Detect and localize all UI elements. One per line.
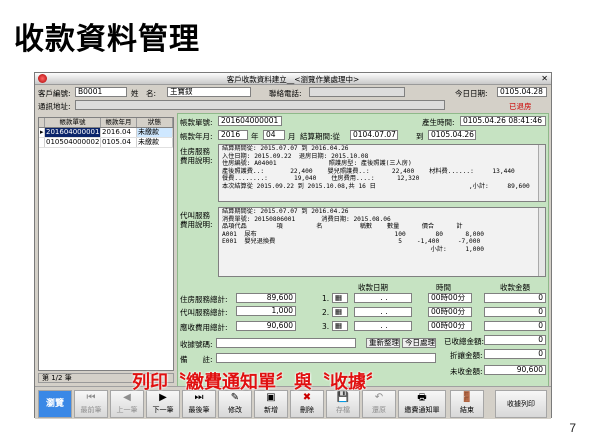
year-select[interactable]: 2016 <box>218 130 248 140</box>
discount-field[interactable]: 0 <box>484 349 546 359</box>
payable-label: 應收費用總計: <box>180 323 228 332</box>
slide-caption: 列印〝繳費通知單〞與〝收據〞 <box>132 372 384 393</box>
period-from-field[interactable]: 0104.07.07 <box>350 130 398 140</box>
first-record-button[interactable]: ⏮ 最前筆 <box>74 390 108 418</box>
address-field[interactable] <box>75 100 445 110</box>
agency-total-label: 代叫服務總計: <box>180 308 228 317</box>
unpaid-label: 未收金額: <box>450 367 483 376</box>
window-titlebar: 客戶收款資料建立__<瀏覽作業處理中> ✕ <box>35 73 551 85</box>
payment-date-field[interactable]: . . <box>354 293 412 303</box>
payment-time-field[interactable]: 00時00分 <box>428 293 472 303</box>
ym-label: 帳款年月: <box>180 132 213 141</box>
customer-no-field[interactable]: B0001 <box>75 87 127 97</box>
col-bill-ym[interactable]: 帳款年月 <box>101 118 137 127</box>
receipt-no-field[interactable] <box>216 338 356 348</box>
received-field: 0 <box>484 335 546 345</box>
name-label: 姓 名: <box>131 89 157 98</box>
today-process-button[interactable]: 今日處理 <box>402 338 436 348</box>
discount-label: 折讓金額: <box>450 351 483 360</box>
col-bill-no[interactable]: 帳款單號 <box>45 118 101 127</box>
stay-total-field: 89,600 <box>236 293 296 303</box>
receipt-no-label: 收據號碼: <box>180 340 213 349</box>
table-row[interactable]: 010504000002 0105.04 未繳款 <box>39 138 173 148</box>
name-field[interactable]: 王寶釵 <box>167 87 251 97</box>
stay-fee-memo[interactable]: 結算期間從: 2015.07.07 到 2016.04.26 入住日期: 201… <box>218 144 546 202</box>
bill-no-field[interactable]: 201604000001 <box>218 116 282 126</box>
print-icon: 🖶 <box>417 392 427 403</box>
next-record-button[interactable]: ▶ 下一筆 <box>146 390 180 418</box>
unpaid-field: 90,600 <box>484 365 546 375</box>
app-window: 客戶收款資料建立__<瀏覽作業處理中> ✕ 客戶編號: B0001 姓 名: 王… <box>34 72 552 419</box>
status-badge: 已退房 <box>509 102 532 111</box>
calendar-icon[interactable]: ▦ <box>332 307 348 317</box>
bill-list-grid: 帳款單號 帳款年月 狀態 ▸ 201604000001 2016.04 未繳款 … <box>38 117 174 371</box>
agency-total-field: 1,000 <box>236 306 296 316</box>
stay-fee-label-2: 費用說明: <box>180 156 213 165</box>
delete-button[interactable]: ✖ 刪除 <box>290 390 324 418</box>
memo-scrollbar[interactable] <box>538 208 545 276</box>
detail-panel: 帳款單號: 201604000001 產生時間: 0105.04.26 08:4… <box>177 113 549 388</box>
received-label: 已收總金額: <box>444 337 485 346</box>
close-icon[interactable]: ✕ <box>541 74 548 83</box>
created-field[interactable]: 0105.04.26 08:41:46 <box>460 116 546 126</box>
last-record-button[interactable]: ⏭ 最後筆 <box>182 390 216 418</box>
edit-button[interactable]: ✎ 修改 <box>218 390 252 418</box>
today-field[interactable]: 0105.04.28 <box>497 87 547 97</box>
calendar-icon[interactable]: ▦ <box>332 321 348 331</box>
agency-fee-label-2: 費用說明: <box>180 220 213 229</box>
col-status[interactable]: 狀態 <box>137 118 173 127</box>
payment-notice-button[interactable]: 🖶 繳費通知單 <box>398 390 446 418</box>
exit-button[interactable]: 🚪 結束 <box>450 390 484 418</box>
month-unit: 月 <box>288 132 296 141</box>
payment-amount-field[interactable]: 0 <box>484 321 546 331</box>
payment-date-field[interactable]: . . <box>354 321 412 331</box>
stay-total-label: 住房服務總計: <box>180 295 228 304</box>
payment-amount-field[interactable]: 0 <box>484 307 546 317</box>
first-icon: ⏮ <box>86 392 96 403</box>
address-label: 通訊地址: <box>38 102 71 111</box>
prev-record-button[interactable]: ◀ 上一筆 <box>110 390 144 418</box>
note-field[interactable] <box>216 353 436 363</box>
table-row[interactable]: ▸ 201604000001 2016.04 未繳款 <box>39 128 173 138</box>
phone-field[interactable] <box>309 87 405 97</box>
period-to-label: 到 <box>416 132 424 141</box>
memo-scrollbar[interactable] <box>538 145 545 201</box>
add-button[interactable]: ▣ 新增 <box>254 390 288 418</box>
page-number: 7 <box>569 421 576 435</box>
payable-field: 90,600 <box>236 321 296 331</box>
payment-date-header: 收款日期 <box>358 283 388 292</box>
created-label: 產生時間: <box>422 118 455 127</box>
payment-time-field[interactable]: 00時00分 <box>428 307 472 317</box>
period-to-field[interactable]: 0105.04.26 <box>428 130 476 140</box>
year-unit: 年 <box>251 132 259 141</box>
slide-title: 收款資料管理 <box>14 22 200 57</box>
payment-date-field[interactable]: . . <box>354 307 412 317</box>
grid-header: 帳款單號 帳款年月 狀態 <box>39 118 173 128</box>
reorganize-button[interactable]: 重新整理 <box>366 338 400 348</box>
payment-amount-header: 收款金額 <box>500 283 530 292</box>
payment-time-header: 時間 <box>436 283 451 292</box>
customer-no-label: 客戶編號: <box>38 89 71 98</box>
save-button[interactable]: 💾 存檔 <box>326 390 360 418</box>
phone-label: 聯絡電話: <box>269 89 302 98</box>
exit-icon: 🚪 <box>460 392 474 403</box>
today-label: 今日日期: <box>455 89 488 98</box>
month-select[interactable]: 04 <box>263 130 285 140</box>
payment-time-field[interactable]: 00時00分 <box>428 321 472 331</box>
bill-no-label: 帳款單號: <box>180 118 213 127</box>
period-label: 結算期間:從 <box>300 132 341 141</box>
window-title: 客戶收款資料建立__<瀏覽作業處理中> <box>226 75 360 84</box>
restore-button[interactable]: ↶ 還原 <box>362 390 396 418</box>
browse-button[interactable]: 瀏覽 <box>38 390 72 418</box>
agency-fee-memo[interactable]: 結算期間從: 2015.07.07 到 2016.04.26 消費單號: 201… <box>218 207 546 277</box>
receipt-print-button[interactable]: 收據列印 <box>495 390 547 418</box>
payment-amount-field[interactable]: 0 <box>484 293 546 303</box>
calendar-icon[interactable]: ▦ <box>332 293 348 303</box>
note-label: 備 註: <box>180 355 213 364</box>
